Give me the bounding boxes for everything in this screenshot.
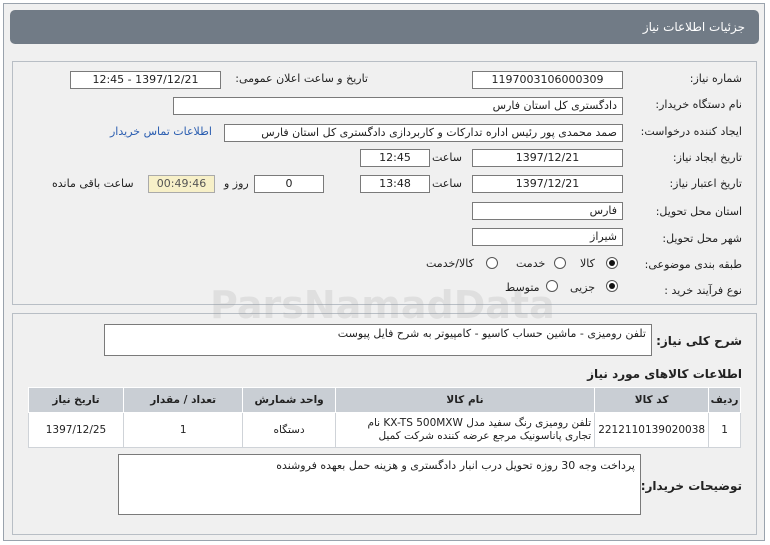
buyer-org-field: دادگستری کل استان فارس xyxy=(173,97,623,115)
general-desc-label: شرح کلی نیاز: xyxy=(656,334,742,348)
col-code: کد کالا xyxy=(594,387,710,413)
validity-time-label: ساعت xyxy=(432,177,462,190)
category-service-radio[interactable] xyxy=(554,257,566,269)
created-time-field: 12:45 xyxy=(360,149,430,167)
announce-label: تاریخ و ساعت اعلان عمومی: xyxy=(235,72,368,85)
validity-time-field: 13:48 xyxy=(360,175,430,193)
creator-label: ایجاد کننده درخواست: xyxy=(640,125,742,138)
need-number-label: شماره نیاز: xyxy=(689,72,742,85)
city-label: شهر محل تحویل: xyxy=(662,232,742,245)
buyer-notes-label: توضیحات خریدار: xyxy=(640,479,742,493)
created-date-label: تاریخ ایجاد نیاز: xyxy=(672,151,742,164)
cell-name: تلفن رومیزی رنگ سفید مدل KX-TS 500MXW نا… xyxy=(334,412,596,448)
cell-unit: دستگاه xyxy=(242,412,336,448)
announce-field: 1397/12/21 - 12:45 xyxy=(70,71,221,89)
remaining-label: ساعت باقی مانده xyxy=(52,177,134,190)
general-desc-field: تلفن رومیزی - ماشین حساب کاسیو - کامپیوت… xyxy=(104,324,652,356)
process-medium-radio[interactable] xyxy=(546,280,558,292)
contact-buyer-link[interactable]: اطلاعات تماس خریدار xyxy=(110,125,212,138)
cell-date: 1397/12/25 xyxy=(28,412,124,448)
category-service-label: خدمت xyxy=(516,257,546,270)
items-table: ردیف کد کالا نام کالا واحد شمارش تعداد /… xyxy=(28,387,741,448)
cell-qty: 1 xyxy=(122,412,244,448)
validity-label: تاریخ اعتبار نیاز: xyxy=(669,177,742,190)
province-field: فارس xyxy=(472,202,623,220)
col-row: ردیف xyxy=(708,387,741,413)
category-goods-label: کالا xyxy=(580,257,595,270)
cell-row: 1 xyxy=(708,412,741,448)
col-date: تاریخ نیاز xyxy=(28,387,124,413)
category-goods-service-label: کالا/خدمت xyxy=(426,257,474,270)
cell-code: 2212110139020038 xyxy=(594,412,710,448)
remaining-time-field: 00:49:46 xyxy=(148,175,215,193)
buyer-org-label: نام دستگاه خریدار: xyxy=(655,98,742,111)
days-label: روز و xyxy=(224,177,249,190)
need-number-field: 1197003106000309 xyxy=(472,71,623,89)
table-row: 1 2212110139020038 تلفن رومیزی رنگ سفید … xyxy=(28,412,741,448)
header-bar: جزئیات اطلاعات نیاز xyxy=(10,10,759,44)
created-time-label: ساعت xyxy=(432,151,462,164)
category-goods-service-radio[interactable] xyxy=(486,257,498,269)
creator-field: صمد محمدی پور رئیس اداره تدارکات و کاربر… xyxy=(224,124,623,142)
validity-date-field: 1397/12/21 xyxy=(472,175,623,193)
process-minor-radio[interactable] xyxy=(606,280,618,292)
items-section-title: اطلاعات کالاهای مورد نیاز xyxy=(587,367,742,381)
page-title: جزئیات اطلاعات نیاز xyxy=(642,20,745,34)
category-label: طبقه بندی موضوعی: xyxy=(644,258,742,271)
process-medium-label: متوسط xyxy=(505,281,540,294)
col-unit: واحد شمارش xyxy=(242,387,336,413)
col-name: نام کالا xyxy=(334,387,596,413)
category-goods-radio[interactable] xyxy=(606,257,618,269)
days-field: 0 xyxy=(254,175,324,193)
items-table-header: ردیف کد کالا نام کالا واحد شمارش تعداد /… xyxy=(28,387,741,413)
process-minor-label: جزیی xyxy=(570,281,596,294)
province-label: استان محل تحویل: xyxy=(655,205,742,218)
process-label: نوع فرآیند خرید : xyxy=(664,284,742,297)
buyer-notes-field: پرداخت وجه 30 روزه تحویل درب انبار دادگس… xyxy=(118,454,641,515)
created-date-field: 1397/12/21 xyxy=(472,149,623,167)
city-field: شیراز xyxy=(472,228,623,246)
col-qty: تعداد / مقدار xyxy=(122,387,244,413)
